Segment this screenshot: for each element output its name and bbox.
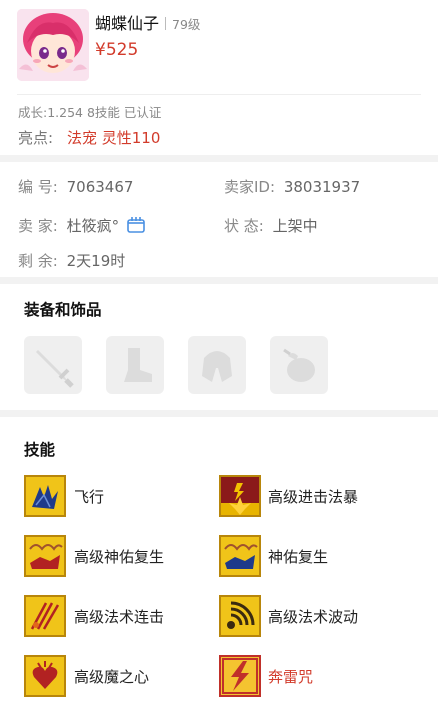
seller-value[interactable]: 杜筱疯° — [67, 217, 120, 235]
status-row: 状 态: 上架中 — [224, 215, 318, 236]
pet-name: 蝴蝶仙子 — [95, 14, 160, 33]
skill-label: 高级法术连击 — [74, 608, 165, 626]
pet-meta: 成长:1.254 8技能 已认证 — [18, 105, 162, 120]
seller-id-row: 卖家ID: 38031937 — [224, 176, 360, 197]
pet-name-row: 蝴蝶仙子 79级 — [95, 10, 200, 34]
remain-value: 2天19时 — [66, 252, 126, 270]
seller-id-value: 38031937 — [283, 178, 361, 196]
skill-label: 飞行 — [74, 488, 105, 506]
seller-id-label: 卖家ID: — [224, 178, 276, 196]
pouch-icon — [283, 348, 315, 382]
pet-avatar — [17, 9, 89, 81]
skill-label: 高级法术波动 — [268, 608, 359, 626]
price: ¥525 — [95, 40, 139, 60]
magic-burst-icon[interactable] — [219, 475, 261, 517]
status-label: 状 态: — [224, 217, 264, 235]
id-label: 编 号: — [18, 178, 58, 196]
wing-icon[interactable] — [24, 475, 66, 517]
divider — [17, 94, 421, 95]
skill-label: 高级魔之心 — [74, 668, 150, 686]
equipment-title: 装备和饰品 — [24, 301, 102, 319]
shop-icon[interactable] — [126, 216, 146, 238]
pet-level: 79级 — [172, 17, 201, 32]
skill-label: 高级神佑复生 — [74, 548, 165, 566]
sword-icon — [36, 350, 74, 388]
equip-slot-weapon[interactable] — [24, 336, 82, 394]
remain-row: 剩 余: 2天19时 — [18, 250, 125, 271]
skills-title: 技能 — [24, 441, 56, 459]
equip-slot-accessory[interactable] — [270, 336, 328, 394]
armor-icon — [202, 351, 232, 382]
highlight-value: 法宠 灵性110 — [67, 129, 161, 147]
revive-icon[interactable] — [219, 535, 261, 577]
skill-label: 奔雷咒 — [268, 668, 314, 686]
equip-slot-armor[interactable] — [188, 336, 246, 394]
revive-icon[interactable] — [24, 535, 66, 577]
section-separator — [0, 410, 438, 417]
status-value: 上架中 — [272, 217, 318, 235]
seller-row: 卖 家: 杜筱疯° — [18, 215, 146, 238]
highlight-label: 亮点: — [18, 129, 54, 147]
id-value: 7063467 — [66, 178, 134, 196]
seller-label: 卖 家: — [18, 217, 58, 235]
remain-label: 剩 余: — [18, 252, 58, 270]
combo-icon[interactable] — [24, 595, 66, 637]
id-row: 编 号: 7063467 — [18, 176, 133, 197]
section-separator — [0, 277, 438, 284]
thunder-icon[interactable] — [219, 655, 261, 697]
heart-icon[interactable] — [24, 655, 66, 697]
boot-icon — [124, 348, 152, 382]
section-separator — [0, 155, 438, 162]
skill-label: 高级进击法暴 — [268, 488, 359, 506]
skill-label: 神佑复生 — [268, 548, 329, 566]
equip-slot-boots[interactable] — [106, 336, 164, 394]
wave-icon[interactable] — [219, 595, 261, 637]
